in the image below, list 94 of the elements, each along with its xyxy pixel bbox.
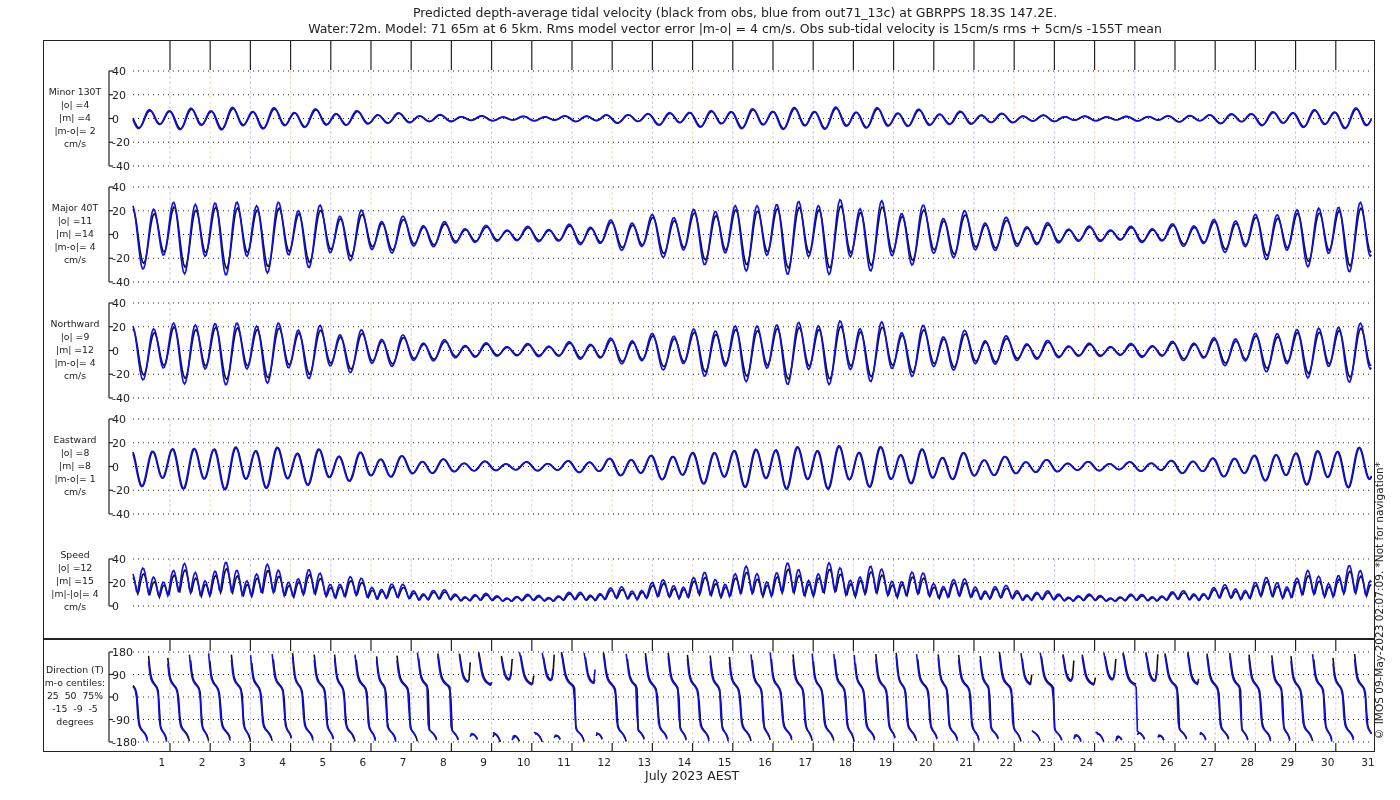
panel-label: Minor 130T — [48, 84, 102, 98]
panel-label: |o| =4 — [60, 97, 90, 111]
panel-label: |m-o|= 1 — [54, 471, 96, 485]
credit-text: © IMOS 09-May-2023 02:07:09. *Not for navigation* — [1373, 462, 1385, 740]
day-label: 19 — [878, 756, 893, 768]
day-label: 17 — [798, 756, 812, 768]
y-tick-label: 0 — [112, 460, 119, 474]
day-label: 13 — [637, 756, 652, 768]
panel-label: cm/s — [63, 136, 87, 150]
y-tick-label: 40 — [112, 553, 126, 566]
y-tick-label: -90 — [112, 713, 130, 727]
y-tick-label: 0 — [112, 112, 119, 126]
y-axis — [108, 558, 114, 607]
y-tick-label: 20 — [112, 88, 126, 102]
panel-label: |m| =12 — [56, 342, 94, 356]
y-tick-label: -20 — [112, 484, 130, 498]
day-label: 10 — [517, 756, 531, 768]
day-label: 14 — [677, 756, 692, 768]
y-tick-label: 40 — [112, 181, 126, 194]
day-label: 4 — [279, 756, 286, 768]
day-label: 28 — [1240, 756, 1255, 768]
day-label: 24 — [1079, 756, 1094, 768]
day-label: 20 — [919, 756, 933, 768]
panel-label: |m| =14 — [56, 226, 94, 240]
day-label: 2 — [198, 756, 206, 768]
day-label: 27 — [1200, 756, 1214, 768]
y-tick-label: 0 — [112, 228, 119, 242]
y-tick-label: 20 — [112, 576, 126, 590]
panel-label: Northward — [50, 316, 100, 330]
y-tick-label: -40 — [112, 160, 130, 173]
panel-label: 25 50 75% — [46, 689, 104, 702]
day-label: 6 — [359, 756, 367, 768]
y-tick-label: 40 — [112, 413, 126, 426]
chart-title: Predicted depth-average tidal velocity (black from obs, blue from out71_13c) at GBRPPS 18.3S 147.2E. — [412, 5, 1058, 21]
y-tick-label: 0 — [112, 344, 119, 358]
day-label: 21 — [959, 756, 973, 768]
y-tick-label: -40 — [112, 392, 130, 405]
day-label: 8 — [440, 756, 447, 768]
panel-label: cm/s — [63, 252, 87, 266]
panel-label: |o| =12 — [57, 561, 93, 574]
y-tick-label: 90 — [112, 668, 126, 682]
y-tick-label: -20 — [112, 136, 130, 150]
day-label: 18 — [838, 756, 853, 768]
day-label: 1 — [158, 756, 166, 768]
y-tick-label: 20 — [112, 204, 126, 218]
y-tick-label: 180 — [112, 646, 133, 659]
panel-label: m-o centiles: — [44, 676, 106, 689]
day-label: 31 — [1361, 756, 1374, 768]
panel-label: |m| =15 — [56, 574, 94, 587]
panel-label: Major 40T — [51, 200, 99, 214]
panel-label: Eastward — [53, 432, 97, 446]
day-label: 30 — [1321, 756, 1335, 768]
panel-label: |o| =9 — [60, 329, 90, 343]
panel-label: cm/s — [63, 600, 87, 613]
y-tick-label: 20 — [112, 436, 126, 450]
panel-label: |m|-|o|= 4 — [51, 587, 99, 600]
day-label: 26 — [1160, 756, 1174, 768]
panel-label: degrees — [56, 715, 94, 728]
y-tick-label: 0 — [112, 691, 119, 704]
panel-label: Direction (T) — [46, 663, 104, 676]
panel-label: |m-o|= 4 — [54, 355, 96, 369]
day-label: 15 — [718, 756, 732, 768]
y-tick-label: -20 — [112, 368, 130, 382]
panel-label: |m| =4 — [59, 110, 91, 124]
day-label: 11 — [557, 756, 571, 768]
day-label: 3 — [239, 756, 246, 768]
chart-subtitle: Water:72m. Model: 71 65m at 6 5km. Rms model vector error |m-o| = 4 cm/s. Obs sub-tidal velocity is 15cm/s rms + 5cm/s -155T mean — [308, 21, 1162, 37]
y-tick-label: 40 — [112, 65, 126, 78]
x-axis-label: July 2023 AEST — [645, 768, 740, 783]
panel-label: -15 -9 -5 — [52, 702, 98, 715]
day-label: 5 — [319, 756, 327, 768]
panel-label: cm/s — [63, 484, 87, 498]
panel-label: |m-o|= 4 — [54, 239, 96, 253]
y-tick-label: -20 — [112, 252, 130, 266]
panel-label: |m| =8 — [59, 458, 91, 472]
y-tick-label: -40 — [112, 276, 130, 289]
day-label: 12 — [597, 756, 611, 768]
day-label: 7 — [399, 756, 407, 768]
panel-label: |m-o|= 2 — [54, 123, 96, 137]
day-label: 29 — [1280, 756, 1295, 768]
day-label: 16 — [758, 756, 772, 768]
y-tick-label: -180 — [112, 736, 137, 749]
panel-label: Speed — [60, 548, 90, 561]
y-tick-label: 20 — [112, 320, 126, 334]
y-tick-label: 0 — [112, 600, 119, 613]
day-label: 23 — [1039, 756, 1054, 768]
panel-label: cm/s — [63, 368, 87, 382]
y-tick-label: 40 — [112, 297, 126, 310]
panel-label: |o| =11 — [57, 213, 93, 227]
day-label: 9 — [480, 756, 487, 768]
day-label: 22 — [999, 756, 1013, 768]
day-label: 25 — [1120, 756, 1134, 768]
y-tick-label: -40 — [112, 508, 130, 521]
panel-label: |o| =8 — [60, 445, 90, 459]
